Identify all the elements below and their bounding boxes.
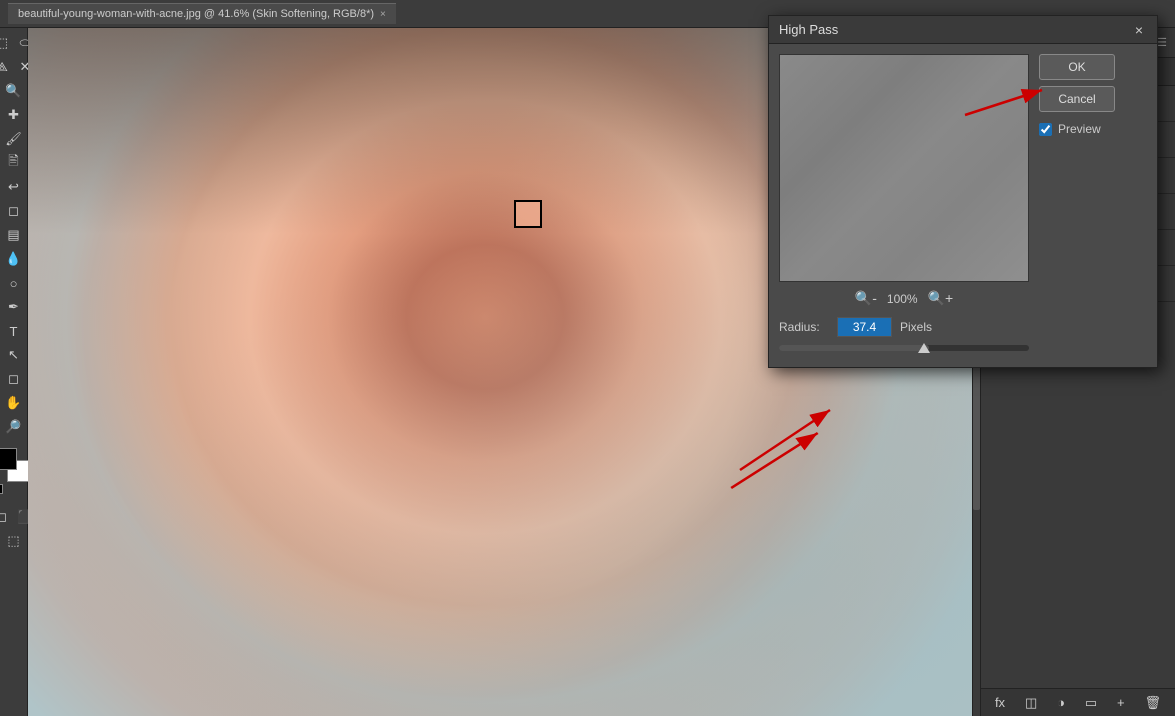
zoom-controls: 🔍- 100% 🔍+: [779, 290, 1029, 307]
add-mask-button[interactable]: ◫: [1025, 695, 1037, 711]
radius-row: Radius: Pixels: [779, 317, 1029, 337]
radius-slider-container[interactable]: [779, 345, 1029, 351]
marquee-tool[interactable]: ⬚: [0, 32, 13, 54]
dialog-preview[interactable]: [779, 54, 1029, 282]
new-layer-button[interactable]: +: [1117, 695, 1125, 710]
tab-label: beautiful-young-woman-with-acne.jpg @ 41…: [18, 8, 374, 20]
healing-tool[interactable]: ✚: [3, 104, 25, 126]
eyedropper-tool[interactable]: 🔍: [3, 80, 25, 102]
crop-tool[interactable]: ⟁: [0, 56, 13, 78]
tab-close-button[interactable]: ×: [380, 9, 386, 20]
radius-input[interactable]: [837, 317, 892, 337]
zoom-percent-label: 100%: [887, 292, 918, 306]
selection-box: [514, 200, 542, 228]
cancel-button[interactable]: Cancel: [1039, 86, 1115, 112]
new-adjustment-layer-button[interactable]: ◑: [1057, 695, 1065, 710]
preview-checkbox-row: Preview: [1039, 122, 1119, 136]
radius-slider-track[interactable]: [779, 345, 1029, 351]
delete-layer-button[interactable]: 🗑: [1144, 695, 1161, 711]
dialog-left-section: 🔍- 100% 🔍+ Radius: Pixels: [779, 54, 1029, 357]
pixels-label: Pixels: [900, 320, 932, 334]
zoom-out-icon[interactable]: 🔍-: [855, 290, 877, 307]
layers-panel-options[interactable]: ☰: [1157, 36, 1167, 49]
document-tab[interactable]: beautiful-young-woman-with-acne.jpg @ 41…: [8, 3, 396, 24]
standard-mode-button[interactable]: ◻: [0, 506, 13, 528]
radius-label: Radius:: [779, 320, 829, 334]
swap-colors-icon[interactable]: [0, 484, 3, 494]
dialog-titlebar: High Pass ×: [769, 16, 1157, 44]
blur-tool[interactable]: 💧: [3, 248, 25, 270]
zoom-in-icon[interactable]: 🔍+: [928, 290, 954, 307]
preview-checkbox[interactable]: [1039, 123, 1052, 136]
high-pass-dialog[interactable]: High Pass × 🔍- 100% 🔍+ Radius:: [768, 15, 1158, 368]
history-brush[interactable]: ↩: [3, 176, 25, 198]
dialog-close-button[interactable]: ×: [1131, 22, 1147, 38]
gradient-tool[interactable]: ▤: [3, 224, 25, 246]
dialog-body: 🔍- 100% 🔍+ Radius: Pixels OK Ca: [769, 44, 1157, 367]
screen-mode-button[interactable]: ⬚: [3, 530, 25, 552]
dodge-tool[interactable]: ○: [3, 272, 25, 294]
type-tool[interactable]: T: [3, 320, 25, 342]
zoom-tool[interactable]: 🔎: [3, 416, 25, 438]
clone-tool[interactable]: 🖹: [3, 152, 25, 174]
foreground-color-swatch[interactable]: [0, 448, 17, 470]
pen-tool[interactable]: ✒: [3, 296, 25, 318]
shape-tool[interactable]: ◻: [3, 368, 25, 390]
path-select-tool[interactable]: ↖: [3, 344, 25, 366]
dialog-buttons-section: OK Cancel Preview: [1039, 54, 1119, 357]
left-toolbar: ⬚ ⬭ ⟁ ✕ 🔍 ✚ 🖌 🖹 ↩ ◻ ▤ 💧 ○ ✒ T ↖ ◻ ✋ 🔎 ◻ …: [0, 28, 28, 716]
radius-slider-thumb[interactable]: [918, 343, 930, 353]
dialog-preview-image: [780, 55, 1028, 281]
dialog-title: High Pass: [779, 22, 838, 37]
radius-slider-fill: [779, 345, 929, 351]
eraser-tool[interactable]: ◻: [3, 200, 25, 222]
brush-tool[interactable]: 🖌: [3, 128, 25, 150]
ok-button[interactable]: OK: [1039, 54, 1115, 80]
layers-bottom-toolbar: fx ◫ ◑ ▭ + 🗑: [981, 688, 1175, 716]
preview-label: Preview: [1058, 122, 1101, 136]
new-group-button[interactable]: ▭: [1085, 695, 1097, 711]
hand-tool[interactable]: ✋: [3, 392, 25, 414]
add-layer-style-button[interactable]: fx: [995, 695, 1005, 710]
